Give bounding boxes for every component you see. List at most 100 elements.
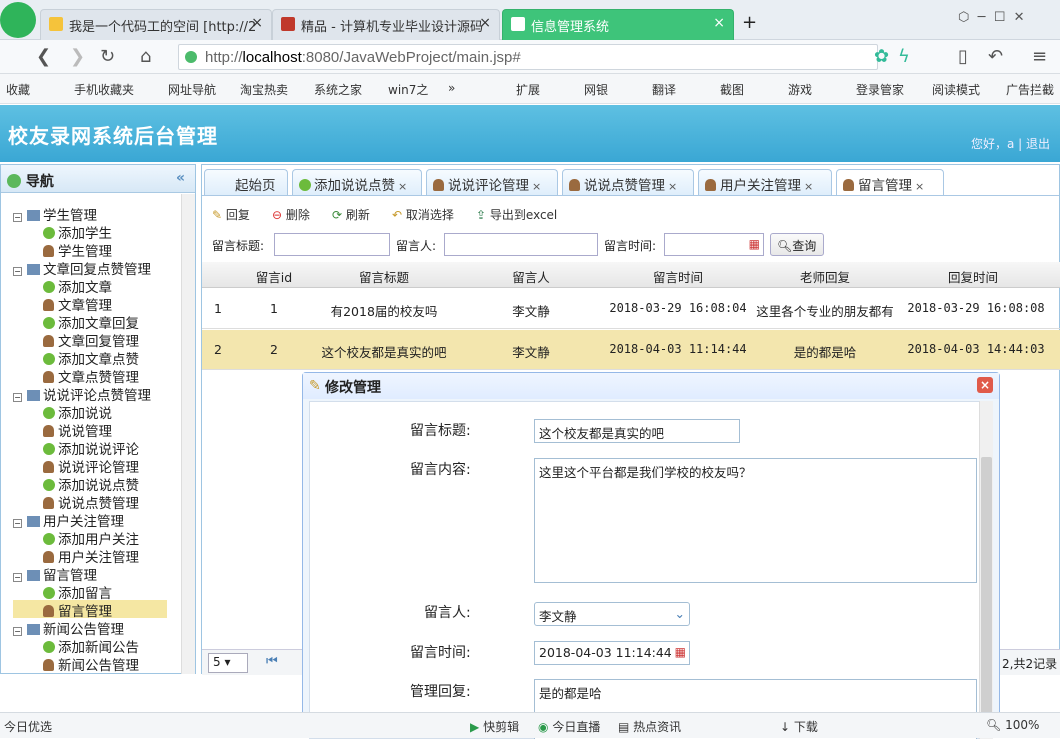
- bookmark-item[interactable]: 网银: [584, 81, 608, 98]
- column-header[interactable]: 留言人: [458, 267, 604, 286]
- sidebar-item[interactable]: 添加说说评论: [43, 438, 139, 458]
- column-header[interactable]: 留言标题: [310, 267, 458, 286]
- expand-toggle-icon[interactable]: −: [13, 573, 22, 582]
- dialog-close-button[interactable]: ×: [977, 377, 993, 393]
- status-item[interactable]: ▤ 热点资讯: [618, 718, 681, 735]
- expand-toggle-icon[interactable]: −: [13, 267, 22, 276]
- sidebar-scrollbar[interactable]: [181, 194, 195, 674]
- sidebar-item[interactable]: − 用户关注管理: [13, 510, 124, 530]
- bookmark-item[interactable]: 扩展: [516, 81, 540, 98]
- sidebar-item[interactable]: − 留言管理: [13, 564, 97, 584]
- sidebar-item[interactable]: 文章回复管理: [43, 330, 139, 350]
- bookmark-item[interactable]: 阅读模式: [932, 81, 980, 98]
- menu-icon[interactable]: ≡: [1032, 46, 1047, 67]
- bookmark-item[interactable]: 收藏: [6, 81, 30, 98]
- sidebar-item[interactable]: 说说点赞管理: [43, 492, 139, 512]
- column-header[interactable]: 回复时间: [898, 267, 1048, 286]
- expand-toggle-icon[interactable]: −: [13, 393, 22, 402]
- page-size-select[interactable]: 5 ▾: [208, 653, 248, 673]
- column-header[interactable]: 留言id: [238, 267, 310, 286]
- calendar-icon[interactable]: ▦: [675, 645, 686, 659]
- tab-home[interactable]: 起始页: [204, 169, 288, 195]
- reload-icon[interactable]: ↻: [100, 46, 115, 67]
- sidebar-item[interactable]: 添加新闻公告: [43, 636, 139, 656]
- bookmark-item[interactable]: 登录管家: [856, 81, 904, 98]
- window-controls[interactable]: ⬡ ─ ☐ ✕: [958, 10, 1025, 25]
- zoom-level[interactable]: 🔍︎ 100%: [986, 718, 1039, 732]
- close-icon[interactable]: ×: [251, 15, 263, 31]
- search-time-input[interactable]: ▦: [664, 233, 764, 256]
- bookmark-item[interactable]: 翻译: [652, 81, 676, 98]
- first-page-icon[interactable]: ⏮: [266, 654, 278, 669]
- url-input[interactable]: http://localhost:8080/JavaWebProject/mai…: [178, 44, 878, 70]
- query-button[interactable]: 🔍︎查询: [770, 233, 824, 256]
- sidebar-item[interactable]: 添加文章: [43, 276, 112, 296]
- bookmark-item[interactable]: 淘宝热卖: [240, 81, 288, 98]
- cancel-select-button[interactable]: ↶ 取消选择: [392, 206, 454, 223]
- status-item[interactable]: ↓ 下载: [780, 718, 818, 735]
- close-icon[interactable]: ×: [398, 180, 407, 193]
- back-icon[interactable]: ❮: [36, 46, 51, 67]
- sidebar-item[interactable]: 留言管理: [13, 600, 167, 620]
- browser-tab-2[interactable]: 精品 - 计算机专业毕业设计源码 ×: [272, 9, 500, 40]
- new-tab-button[interactable]: +: [742, 12, 757, 33]
- time-input[interactable]: 2018-04-03 11:14:44 ▦: [534, 641, 690, 665]
- expand-toggle-icon[interactable]: −: [13, 213, 22, 222]
- phone-icon[interactable]: ▯: [958, 46, 968, 67]
- tab-shuoshuo-like[interactable]: 说说点赞管理 ×: [562, 169, 694, 195]
- close-icon[interactable]: ×: [713, 15, 725, 31]
- tab-add-shuoshuo-like[interactable]: 添加说说点赞 ×: [292, 169, 422, 195]
- sidebar-item[interactable]: − 文章回复点赞管理: [13, 258, 151, 278]
- close-icon[interactable]: ×: [479, 15, 491, 31]
- sidebar-item[interactable]: 添加用户关注: [43, 528, 139, 548]
- collapse-icon[interactable]: «: [176, 170, 185, 186]
- reply-button[interactable]: ✎ 回复: [212, 206, 250, 223]
- calendar-icon[interactable]: ▦: [749, 237, 760, 251]
- sidebar-item[interactable]: 文章管理: [43, 294, 112, 314]
- refresh-button[interactable]: ⟳ 刷新: [332, 206, 370, 223]
- undo-icon[interactable]: ↶: [988, 46, 1003, 67]
- bookmark-item[interactable]: 游戏: [788, 81, 812, 98]
- logout-link[interactable]: 退出: [1026, 137, 1050, 151]
- sidebar-item[interactable]: 添加学生: [43, 222, 112, 242]
- sidebar-item[interactable]: − 学生管理: [13, 204, 97, 224]
- bookmark-item[interactable]: 系统之家: [314, 81, 362, 98]
- table-row[interactable]: 2 2 这个校友都是真实的吧 李文静 2018-04-03 11:14:44 是…: [202, 330, 1060, 370]
- bookmark-item[interactable]: 网址导航: [168, 81, 216, 98]
- bookmark-item[interactable]: 广告拦截: [1006, 81, 1054, 98]
- delete-button[interactable]: ⊖ 删除: [272, 206, 310, 223]
- lightning-icon[interactable]: ϟ: [898, 46, 910, 67]
- sidebar-item[interactable]: 用户关注管理: [43, 546, 139, 566]
- export-button[interactable]: ⇪ 导出到excel: [476, 206, 557, 223]
- column-header[interactable]: 老师回复: [752, 267, 898, 286]
- expand-toggle-icon[interactable]: −: [13, 519, 22, 528]
- forward-icon[interactable]: ❯: [70, 46, 85, 67]
- status-left[interactable]: 今日优选: [4, 718, 52, 735]
- sidebar-item[interactable]: 添加说说: [43, 402, 112, 422]
- close-icon[interactable]: ×: [804, 180, 813, 193]
- person-select[interactable]: 李文静 ⌄: [534, 602, 690, 626]
- tab-user-follow[interactable]: 用户关注管理 ×: [698, 169, 832, 195]
- sidebar-item[interactable]: − 新闻公告管理: [13, 618, 124, 638]
- content-textarea[interactable]: 这里这个平台都是我们学校的校友吗？: [534, 458, 977, 583]
- sidebar-item[interactable]: 说说评论管理: [43, 456, 139, 476]
- title-input[interactable]: 这个校友都是真实的吧: [534, 419, 740, 443]
- sidebar-item[interactable]: 添加文章点赞: [43, 348, 139, 368]
- browser-tab-1[interactable]: 我是一个代码工的空间 [http://2 ×: [40, 9, 272, 40]
- search-title-input[interactable]: [274, 233, 390, 256]
- close-icon[interactable]: ×: [668, 180, 677, 193]
- column-header[interactable]: 留言时间: [604, 267, 752, 286]
- sidebar-item[interactable]: 说说管理: [43, 420, 112, 440]
- search-person-input[interactable]: [444, 233, 598, 256]
- close-icon[interactable]: ×: [915, 180, 924, 193]
- tab-shuoshuo-comment[interactable]: 说说评论管理 ×: [426, 169, 558, 195]
- sidebar-item[interactable]: 添加说说点赞: [43, 474, 139, 494]
- sidebar-item[interactable]: − 说说评论点赞管理: [13, 384, 151, 404]
- extension-icon[interactable]: ✿: [874, 46, 889, 67]
- status-item[interactable]: ▶ 快剪辑: [470, 718, 519, 735]
- bookmark-item[interactable]: 截图: [720, 81, 744, 98]
- expand-toggle-icon[interactable]: −: [13, 627, 22, 636]
- sidebar-item[interactable]: 添加留言: [43, 582, 112, 602]
- tab-message[interactable]: 留言管理 ×: [836, 169, 944, 195]
- sidebar-item[interactable]: 添加文章回复: [43, 312, 139, 332]
